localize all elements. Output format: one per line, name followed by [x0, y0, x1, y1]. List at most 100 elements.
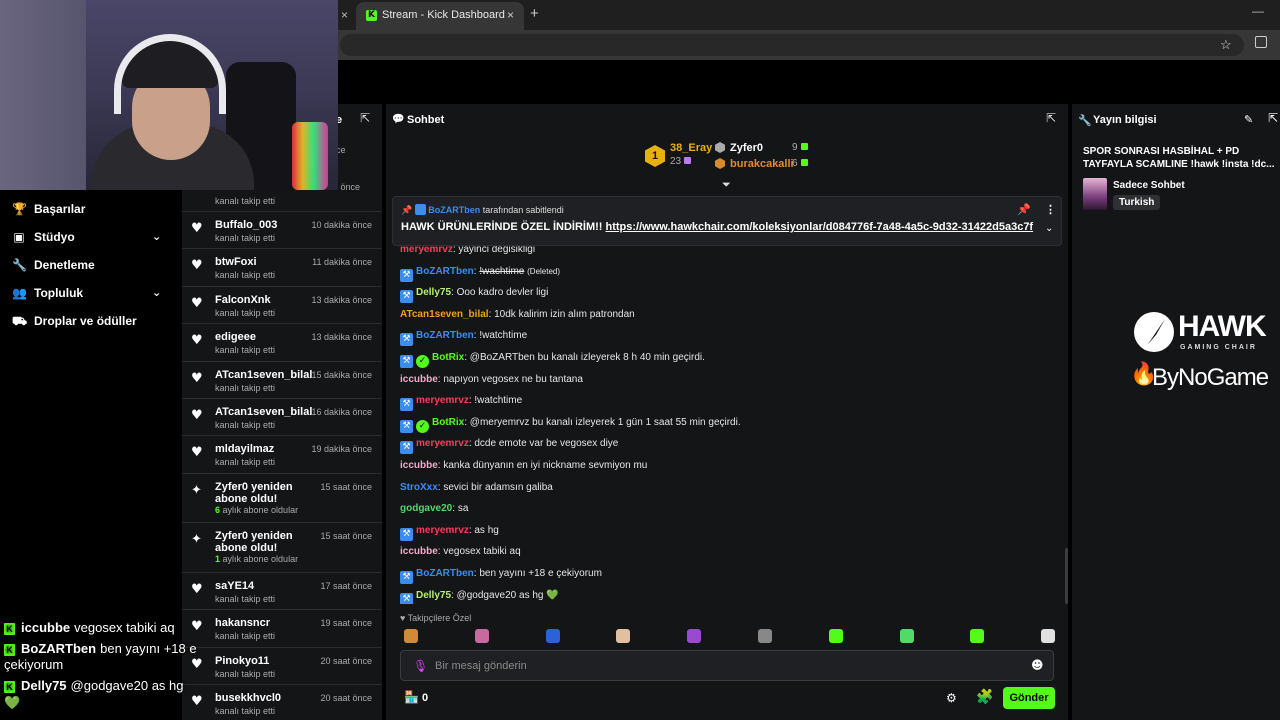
- activity-popout-icon[interactable]: ⇱: [360, 111, 370, 125]
- chat-username[interactable]: meryemrvz: [416, 395, 469, 406]
- category-thumbnail[interactable]: [1083, 178, 1107, 210]
- chat-username[interactable]: iccubbe: [400, 374, 438, 385]
- extensions-chat-icon[interactable]: 🧩: [976, 689, 993, 705]
- stream-info-popout-icon[interactable]: ⇱: [1268, 111, 1278, 125]
- emote-icon[interactable]: [828, 629, 843, 643]
- chat-message[interactable]: ⚒ ✓ BotRix: @BoZARTben bu kanalı izleyerek…: [400, 352, 705, 368]
- moderator-badge-icon: ⚒: [400, 593, 413, 604]
- activity-item[interactable]: ✦ Zyfer0 yeniden abone oldu! 1 aylık abone…: [182, 522, 382, 572]
- chat-message[interactable]: godgave20: sa: [400, 503, 468, 514]
- nav-item[interactable]: 🔧 Denetleme: [12, 258, 95, 276]
- chat-message-input[interactable]: [435, 658, 1025, 674]
- chat-message[interactable]: ⚒ meryemrvz: dcde emote var be vegosex di…: [400, 438, 618, 454]
- chat-message[interactable]: ⚒ BoZARTben: !wachtime (Deleted): [400, 266, 560, 282]
- rank-3-badge: [715, 158, 725, 169]
- chat-username[interactable]: iccubbe: [400, 460, 438, 471]
- nav-item[interactable]: 👥 Topluluk ⌄: [12, 286, 161, 304]
- chat-username[interactable]: BoZARTben: [416, 330, 474, 341]
- chat-message[interactable]: ATcan1seven_bilal: 10dk kalirim izin alı…: [400, 309, 635, 320]
- chat-username[interactable]: BoZARTben: [416, 568, 474, 579]
- chat-message[interactable]: ⚒ meryemrvz: !watchtime: [400, 395, 522, 411]
- activity-item[interactable]: ♥ btwFoxi kanalı takip etti 11 dakika önce: [182, 248, 382, 286]
- emote-icon[interactable]: [758, 629, 772, 643]
- chat-username[interactable]: BotRix: [432, 417, 464, 428]
- nav-item[interactable]: ⛟ Droplar ve ödüller: [12, 314, 137, 332]
- chat-message[interactable]: ⚒ Delly75: @godgave20 as hg 💚: [400, 590, 559, 604]
- chat-message[interactable]: ⚒ Delly75: Ooo kadro devler ligi: [400, 287, 548, 303]
- extensions-icon[interactable]: [1255, 36, 1267, 48]
- chat-username[interactable]: iccubbe: [400, 546, 438, 557]
- chat-message[interactable]: iccubbe: kanka dünyanın en iyi nickname …: [400, 460, 647, 471]
- more-options-icon[interactable]: ⋮: [1045, 203, 1056, 216]
- chat-scrollbar[interactable]: [1065, 548, 1068, 604]
- chat-username[interactable]: Delly75: [416, 287, 451, 298]
- leaderboard-third-name[interactable]: burakcakalli: [730, 158, 794, 170]
- gift-icon: [684, 157, 692, 164]
- chat-message[interactable]: meryemrvz: yayinci degisikligi: [400, 246, 535, 255]
- chat-message[interactable]: StroXxx: sevici bir adamsın galiba: [400, 482, 553, 493]
- chat-message[interactable]: iccubbe: vegosex tabiki aq: [400, 546, 521, 557]
- chat-message[interactable]: ⚒ meryemrvz: as hg: [400, 525, 499, 541]
- nav-item[interactable]: 🏆 Başarılar: [12, 202, 85, 220]
- chat-username[interactable]: ATcan1seven_bilal: [400, 309, 489, 320]
- activity-item[interactable]: ♥ saYE14 kanalı takip etti 17 saat önce: [182, 572, 382, 609]
- emote-icon[interactable]: [687, 629, 702, 643]
- emote-icon[interactable]: [404, 629, 418, 643]
- activity-item[interactable]: ♥ ATcan1seven_bilal kanalı takip etti 15 da…: [182, 361, 382, 398]
- edit-icon[interactable]: ✎: [1244, 113, 1253, 126]
- store-icon[interactable]: 🏪: [404, 690, 419, 704]
- chat-username[interactable]: meryemrvz: [400, 246, 453, 255]
- mic-icon[interactable]: 🎙: [413, 659, 428, 673]
- activity-sub: 6 aylık abone oldular: [215, 505, 299, 515]
- chat-message[interactable]: ⚒ BoZARTben: !watchtime: [400, 330, 527, 346]
- pinned-link[interactable]: https://www.hawkchair.com/koleksiyonlar/…: [606, 221, 1034, 233]
- pin-icon[interactable]: 📌: [1017, 203, 1031, 216]
- chat-username[interactable]: BoZARTben: [416, 266, 474, 277]
- tab-close-icon[interactable]: ×: [507, 8, 514, 22]
- chat-username[interactable]: Delly75: [416, 590, 451, 601]
- chevron-down-icon[interactable]: ⌄: [152, 230, 161, 243]
- leaderboard-toggle-icon[interactable]: ⏷: [722, 178, 731, 192]
- activity-item[interactable]: ♥ Buffalo_003 kanalı takip etti 10 dakika ö…: [182, 211, 382, 248]
- omnibox[interactable]: [340, 34, 1244, 56]
- prev-tab-close-icon[interactable]: ×: [341, 8, 348, 22]
- nav-item[interactable]: ▣ Stüdyo ⌄: [12, 230, 161, 248]
- emote-icon[interactable]: [474, 629, 489, 643]
- gear-icon[interactable]: ⚙: [946, 691, 957, 705]
- chat-popout-icon[interactable]: ⇱: [1046, 111, 1056, 125]
- chevron-down-icon[interactable]: ⌄: [152, 286, 161, 299]
- chevron-down-icon[interactable]: ⌄: [1045, 223, 1053, 234]
- chat-username[interactable]: StroXxx: [400, 482, 438, 493]
- chat-message[interactable]: iccubbe: napıyon vegosex ne bu tantana: [400, 374, 583, 385]
- emote-icon[interactable]: [899, 629, 914, 643]
- activity-item[interactable]: ♥ hakansncr kanalı takip etti 19 saat önce: [182, 609, 382, 647]
- emote-icon[interactable]: [1041, 629, 1056, 643]
- stream-chat-overlay: Kiccubbe vegosex tabiki aq K BoZARTben ben …: [0, 610, 210, 720]
- leaderboard-second-name[interactable]: Zyfer0: [730, 142, 763, 154]
- activity-item[interactable]: ✦ Zyfer0 yeniden abone oldu! 6 aylık abone…: [182, 473, 382, 522]
- leaderboard-first-name[interactable]: 38_Eray: [670, 142, 712, 154]
- chat-username[interactable]: meryemrvz: [416, 525, 469, 536]
- emoji-picker-icon[interactable]: ☻: [1031, 658, 1044, 672]
- category-name[interactable]: Sadece Sohbet: [1113, 180, 1185, 191]
- new-tab-button[interactable]: +: [530, 5, 539, 22]
- chat-username[interactable]: godgave20: [400, 503, 452, 514]
- emote-icon[interactable]: [616, 629, 631, 643]
- activity-item[interactable]: ♥ Pinokyo11 kanalı takip etti 20 saat önce: [182, 647, 382, 684]
- activity-item[interactable]: ♥ busekkhvcl0 kanalı takip etti 20 saat önc…: [182, 684, 382, 720]
- language-tag[interactable]: Turkish: [1113, 195, 1161, 210]
- emote-icon[interactable]: [970, 629, 985, 643]
- chat-username[interactable]: meryemrvz: [416, 438, 469, 449]
- chat-username[interactable]: BotRix: [432, 352, 464, 363]
- tab-kick-dashboard[interactable]: K Stream - Kick Dashboard ×: [356, 2, 524, 30]
- bookmark-star-icon[interactable]: ☆: [1220, 37, 1232, 53]
- send-button[interactable]: Gönder: [1003, 687, 1055, 709]
- activity-item[interactable]: ♥ ATcan1seven_bilal kanalı takip etti 16 da…: [182, 398, 382, 435]
- activity-item[interactable]: ♥ mldayilmaz kanalı takip etti 19 dakika ön…: [182, 435, 382, 473]
- emote-icon[interactable]: [545, 629, 560, 643]
- chat-message[interactable]: ⚒ BoZARTben: ben yayını +18 e çekiyorum: [400, 568, 602, 584]
- chat-message[interactable]: ⚒ ✓ BotRix: @meryemrvz bu kanalı izleyerek…: [400, 417, 741, 433]
- window-minimize-button[interactable]: —: [1252, 4, 1264, 18]
- activity-item[interactable]: ♥ edigeee kanalı takip etti 13 dakika önce: [182, 323, 382, 361]
- activity-item[interactable]: ♥ FalconXnk kanalı takip etti 13 dakika önc…: [182, 286, 382, 323]
